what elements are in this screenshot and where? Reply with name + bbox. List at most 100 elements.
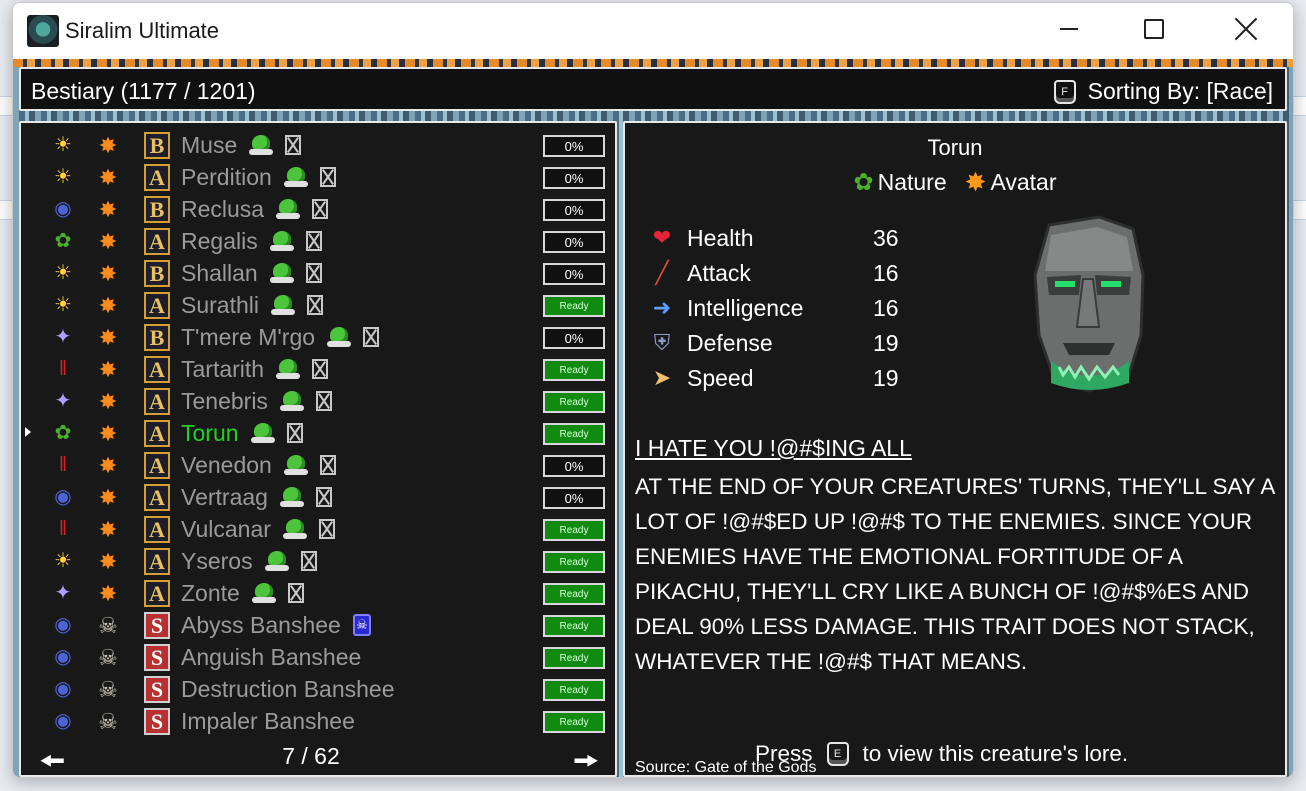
goblin-icon <box>250 423 275 443</box>
creature-row[interactable]: ‖ ✸ A Venedon 0% <box>21 449 615 481</box>
stat-label: Health <box>687 225 754 251</box>
creature-row[interactable]: ◉ ☠ S Anguish Banshee Ready <box>21 641 615 673</box>
creature-row[interactable]: ◉ ☠ S Destruction Banshee Ready <box>21 673 615 705</box>
fusion-status: Ready <box>543 711 605 733</box>
desktop-strip <box>0 96 12 116</box>
creature-row[interactable]: ☀ ✸ A Surathli Ready <box>21 289 615 321</box>
tier-badge: S <box>144 676 170 703</box>
goblin-icon <box>249 135 274 155</box>
lightning-icon: ➜ <box>652 295 672 320</box>
blue-skull-icon: ◉ <box>54 614 72 636</box>
burst-icon: ✸ <box>98 229 118 254</box>
claw-icon: ‖ <box>58 358 68 380</box>
fusion-status: 0% <box>543 263 605 285</box>
key-f-icon: F <box>1053 79 1076 104</box>
stat-label: Attack <box>687 260 751 286</box>
fusion-status: Ready <box>543 519 605 541</box>
creature-row[interactable]: ◉ ☠ S Abyss Banshee ☠ Ready <box>21 609 615 641</box>
creature-row[interactable]: ✿ ✸ A Torun Ready <box>21 417 615 449</box>
fusion-status: 0% <box>543 487 605 509</box>
fusion-status: Ready <box>543 679 605 701</box>
unchecked-box-icon <box>312 199 329 219</box>
goblin-icon <box>264 551 289 571</box>
tier-badge: B <box>144 324 170 351</box>
tier-badge: A <box>144 164 170 191</box>
game-viewport[interactable]: Bestiary (1177 / 1201) F Sorting By: [Ra… <box>13 59 1293 777</box>
stat-value: 36 <box>873 225 899 251</box>
creature-name-wrap: T'mere M'rgo <box>181 323 380 351</box>
creature-portrait <box>1033 215 1145 393</box>
leaf-icon: ✿ <box>853 169 874 196</box>
fusion-status: 0% <box>543 231 605 253</box>
fusion-status: Ready <box>543 423 605 445</box>
fusion-status: Ready <box>543 615 605 637</box>
close-button[interactable] <box>1223 9 1269 49</box>
desktop-strip <box>1294 96 1306 116</box>
desktop-strip <box>0 200 12 220</box>
creature-list-panel: 🠘 7 / 62 🠚 ☀ ✸ B Muse 0% ☀ ✸ A Perdition 0% ◉ ✸ B Rec… <box>19 121 617 777</box>
creature-name-wrap: Perdition <box>181 163 336 191</box>
unchecked-box-icon <box>305 263 322 283</box>
sort-control[interactable]: F Sorting By: [Race] <box>1053 78 1273 105</box>
fusion-status: Ready <box>543 551 605 573</box>
maximize-button[interactable] <box>1131 9 1177 49</box>
creature-row[interactable]: ◉ ☠ S Impaler Banshee Ready <box>21 705 615 737</box>
next-page-arrow-icon[interactable]: 🠚 <box>573 739 599 777</box>
tier-badge: S <box>144 612 170 639</box>
sort-label: Sorting By: [Race] <box>1087 78 1273 104</box>
unchecked-box-icon <box>363 327 380 347</box>
minimize-button[interactable] <box>1046 9 1092 49</box>
burst-icon: ✸ <box>98 165 118 190</box>
goblin-icon <box>269 263 294 283</box>
goblin-icon <box>269 231 294 251</box>
creature-row[interactable]: ☀ ✸ B Muse 0% <box>21 129 615 161</box>
fusion-status: 0% <box>543 199 605 221</box>
creature-name: Surathli <box>181 291 259 318</box>
stat-value: 19 <box>873 330 899 356</box>
creature-name-wrap: Destruction Banshee <box>181 675 395 703</box>
creature-row[interactable]: ✦ ✸ B T'mere M'rgo 0% <box>21 321 615 353</box>
creature-row[interactable]: ✦ ✸ A Tenebris Ready <box>21 385 615 417</box>
creature-row[interactable]: ✿ ✸ A Regalis 0% <box>21 225 615 257</box>
burst-icon: ✸ <box>98 549 118 574</box>
trait-description: AT THE END OF YOUR CREATURES' TURNS, THE… <box>635 474 1275 674</box>
creature-name: Vulcanar <box>181 515 271 542</box>
creature-row[interactable]: ☀ ✸ B Shallan 0% <box>21 257 615 289</box>
creature-name-wrap: Tartarith <box>181 355 329 383</box>
sparkle-icon: ✦ <box>54 390 72 412</box>
class-label: Avatar <box>990 169 1057 195</box>
creature-row[interactable]: ☀ ✸ A Perdition 0% <box>21 161 615 193</box>
class-avatar: ✸ Avatar <box>965 167 1057 198</box>
tier-badge: A <box>144 388 170 415</box>
prev-page-arrow-icon[interactable]: 🠘 <box>39 739 65 777</box>
bestiary-title: Bestiary (1177 / 1201) <box>31 78 256 104</box>
horned-skull-icon: ☠ <box>98 677 118 702</box>
fusion-status: Ready <box>543 295 605 317</box>
title-bar[interactable]: Siralim Ultimate <box>13 3 1293 59</box>
app-icon <box>27 15 59 47</box>
heart-icon: ❤ <box>652 225 672 250</box>
tier-badge: A <box>144 516 170 543</box>
window-title: Siralim Ultimate <box>65 18 220 43</box>
unchecked-box-icon <box>300 551 317 571</box>
fusion-status: 0% <box>543 167 605 189</box>
burst-icon: ✸ <box>98 389 118 414</box>
creature-name: Tenebris <box>181 387 268 414</box>
creature-row[interactable]: ☀ ✸ A Yseros Ready <box>21 545 615 577</box>
unchecked-box-icon <box>306 295 323 315</box>
creature-name: Torun <box>181 419 239 446</box>
creature-name: Vertraag <box>181 483 268 510</box>
unchecked-box-icon <box>305 231 322 251</box>
unchecked-box-icon <box>315 487 332 507</box>
creature-name-wrap: Vulcanar <box>181 515 335 543</box>
creature-row[interactable]: ◉ ✸ A Vertraag 0% <box>21 481 615 513</box>
claw-icon: ‖ <box>58 518 68 540</box>
creature-row[interactable]: ✦ ✸ A Zonte Ready <box>21 577 615 609</box>
unchecked-box-icon <box>318 519 335 539</box>
creature-row[interactable]: ‖ ✸ A Vulcanar Ready <box>21 513 615 545</box>
creature-row[interactable]: ◉ ✸ B Reclusa 0% <box>21 193 615 225</box>
goblin-icon <box>283 455 308 475</box>
burst-icon: ✸ <box>964 167 987 197</box>
creature-row[interactable]: ‖ ✸ A Tartarith Ready <box>21 353 615 385</box>
creature-name: Shallan <box>181 259 258 286</box>
